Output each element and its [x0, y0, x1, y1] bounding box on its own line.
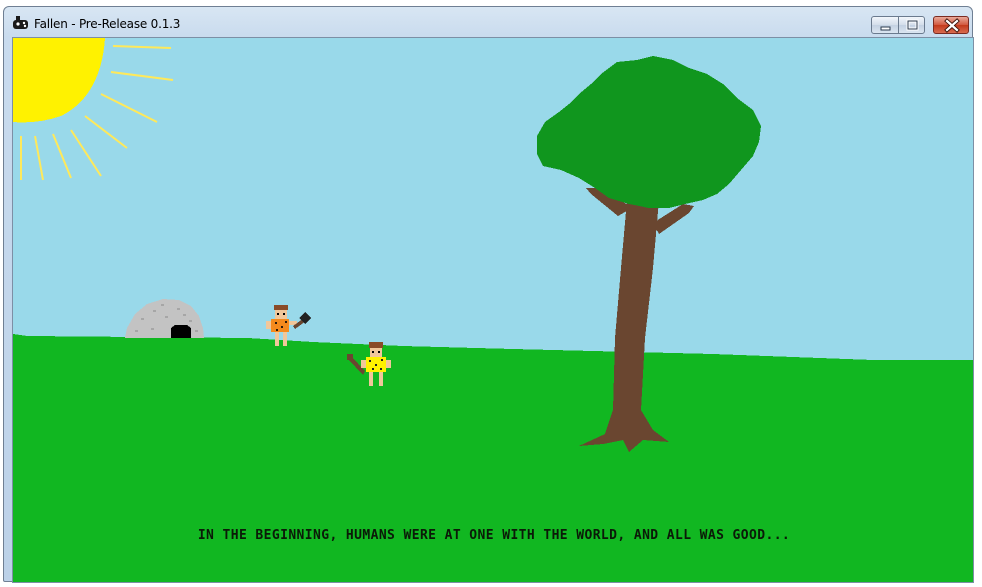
close-button[interactable] — [933, 16, 969, 34]
maximize-icon — [906, 19, 919, 31]
game-scene — [13, 38, 973, 582]
title-bar[interactable]: Fallen - Pre-Release 0.1.3 — [4, 7, 972, 37]
game-viewport[interactable]: IN THE BEGINNING, HUMANS WERE AT ONE WIT… — [12, 37, 974, 583]
minimize-icon — [880, 26, 891, 31]
game-window: Fallen - Pre-Release 0.1.3 IN THE BEGINN… — [3, 6, 974, 583]
close-icon — [944, 18, 960, 33]
grass-ground — [13, 334, 973, 582]
minimize-button[interactable] — [871, 16, 899, 34]
story-caption: IN THE BEGINNING, HUMANS WERE AT ONE WIT… — [197, 528, 791, 543]
maximize-button[interactable] — [898, 16, 925, 34]
game-controller-icon — [12, 15, 30, 31]
window-title: Fallen - Pre-Release 0.1.3 — [34, 17, 181, 31]
